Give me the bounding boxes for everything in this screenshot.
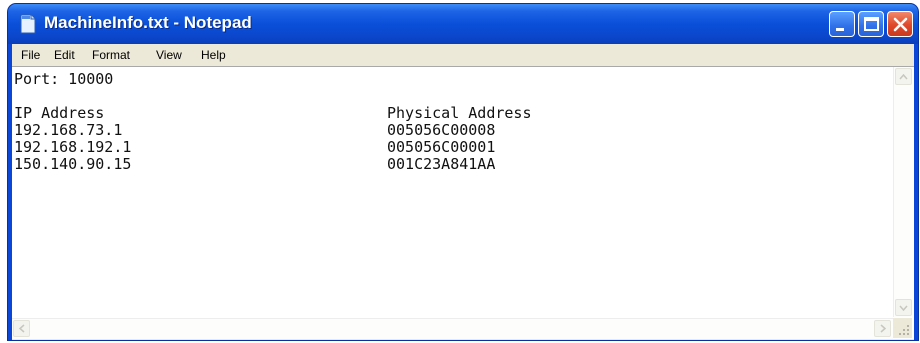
chevron-down-icon [899,305,908,312]
minimize-icon [836,28,844,31]
title-bar[interactable]: MachineInfo.txt - Notepad [8,4,918,44]
mac-header: Physical Address [387,104,532,122]
client-area: File Edit Format View Help Port: 10000 I… [12,44,914,340]
mac-value: 005056C00001 [387,138,496,156]
resize-grip-icon [899,325,909,335]
ip-value: 150.140.90.15 [14,155,132,173]
close-button[interactable] [887,11,913,37]
vertical-scrollbar[interactable] [893,67,913,317]
chevron-right-icon [880,324,887,333]
scroll-up-button[interactable] [895,68,912,85]
menu-file[interactable]: File [21,48,40,62]
text-editor[interactable]: Port: 10000 IP Address Physical Address … [12,66,914,339]
chevron-left-icon [18,324,25,333]
scroll-down-button[interactable] [895,299,912,316]
resize-grip[interactable] [893,318,912,338]
menu-edit[interactable]: Edit [54,48,75,62]
scroll-left-button[interactable] [13,320,30,337]
maximize-button[interactable] [858,11,884,37]
menu-view[interactable]: View [156,48,182,62]
maximize-icon [864,17,879,31]
notepad-icon[interactable] [19,14,37,34]
notepad-window: MachineInfo.txt - Notepad File Edit Form… [8,4,918,340]
mac-value: 005056C00008 [387,121,496,139]
minimize-button[interactable] [829,11,855,37]
menu-help[interactable]: Help [201,48,226,62]
menu-bar: File Edit Format View Help [12,44,914,66]
scroll-right-button[interactable] [874,320,891,337]
ip-header: IP Address [14,104,105,122]
document-text[interactable]: Port: 10000 IP Address Physical Address … [14,69,884,309]
ip-value: 192.168.73.1 [14,121,123,139]
port-line: Port: 10000 [14,70,114,88]
close-icon [893,17,908,32]
chevron-up-icon [899,73,908,80]
ip-value: 192.168.192.1 [14,138,132,156]
mac-value: 001C23A841AA [387,155,496,173]
horizontal-scrollbar[interactable] [12,318,893,339]
menu-format[interactable]: Format [92,48,130,62]
window-title: MachineInfo.txt - Notepad [44,13,252,32]
